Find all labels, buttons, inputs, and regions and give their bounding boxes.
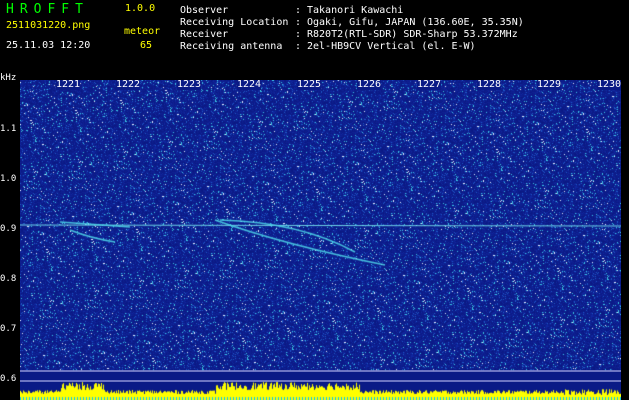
x-axis: 1221 1222 1223 1224 1225 1226 1227 1228 … xyxy=(20,78,629,92)
x-tick-label: 1224 xyxy=(237,79,262,90)
y-tick-label: 0.8 xyxy=(0,274,17,284)
hrofft-window: HROFFT 1.0.0 2511031220.png meteor 25.11… xyxy=(0,0,629,400)
meteor-label: meteor xyxy=(124,26,161,37)
info-key: Receiver xyxy=(180,29,229,40)
y-axis: kHz 1.1 1.0 0.9 0.8 0.7 0.6 xyxy=(0,70,20,400)
x-tick-label: 1230 xyxy=(597,79,622,90)
spectrogram-overlay xyxy=(20,370,621,382)
info-row-antenna: Receiving antenna:2el-HB9CV Vertical (el… xyxy=(180,42,476,52)
y-tick-label: 1.1 xyxy=(0,124,17,134)
info-value: Takanori Kawachi xyxy=(307,5,404,16)
info-key: Receiving Location xyxy=(180,17,289,28)
info-colon: : xyxy=(295,17,302,28)
x-tick-label: 1222 xyxy=(116,79,141,90)
y-tick-label: 0.9 xyxy=(0,224,17,234)
info-colon: : xyxy=(295,41,302,52)
info-value: 2el-HB9CV Vertical (el. E-W) xyxy=(307,41,476,52)
info-key: Receiving antenna xyxy=(180,41,283,52)
x-tick-label: 1228 xyxy=(477,79,502,90)
meteor-count: 65 xyxy=(140,40,153,51)
info-colon: : xyxy=(295,29,302,40)
spectrogram-panel xyxy=(20,80,621,400)
info-row-receiver: Receiver: R820T2(RTL-SDR) SDR-Sharp 53.37… xyxy=(180,30,518,40)
app-title: HROFFT xyxy=(6,2,89,17)
info-value: Ogaki, Gifu, JAPAN (136.60E, 35.35N) xyxy=(307,17,524,28)
x-tick-label: 1223 xyxy=(177,79,202,90)
x-tick-label: 1229 xyxy=(537,79,562,90)
info-colon: : xyxy=(295,5,302,16)
x-tick-label: 1226 xyxy=(357,79,382,90)
info-row-location: Receiving Location: Ogaki, Gifu, JAPAN (1… xyxy=(180,18,524,28)
app-version: 1.0.0 xyxy=(125,3,156,14)
file-name: 2511031220.png xyxy=(6,20,91,31)
info-row-observer: Observer: Takanori Kawachi xyxy=(180,6,403,16)
y-tick-label: 1.0 xyxy=(0,174,17,184)
info-key: Observer xyxy=(180,5,229,16)
x-tick-label: 1221 xyxy=(56,79,81,90)
x-tick-label: 1227 xyxy=(417,79,442,90)
x-tick-label: 1225 xyxy=(297,79,322,90)
y-tick-label: 0.7 xyxy=(0,324,17,334)
info-value: R820T2(RTL-SDR) SDR-Sharp 53.372MHz xyxy=(307,29,518,40)
y-axis-unit: kHz xyxy=(0,73,17,83)
date-time: 25.11.03 12:20 xyxy=(6,40,91,51)
y-tick-label: 0.6 xyxy=(0,374,17,384)
